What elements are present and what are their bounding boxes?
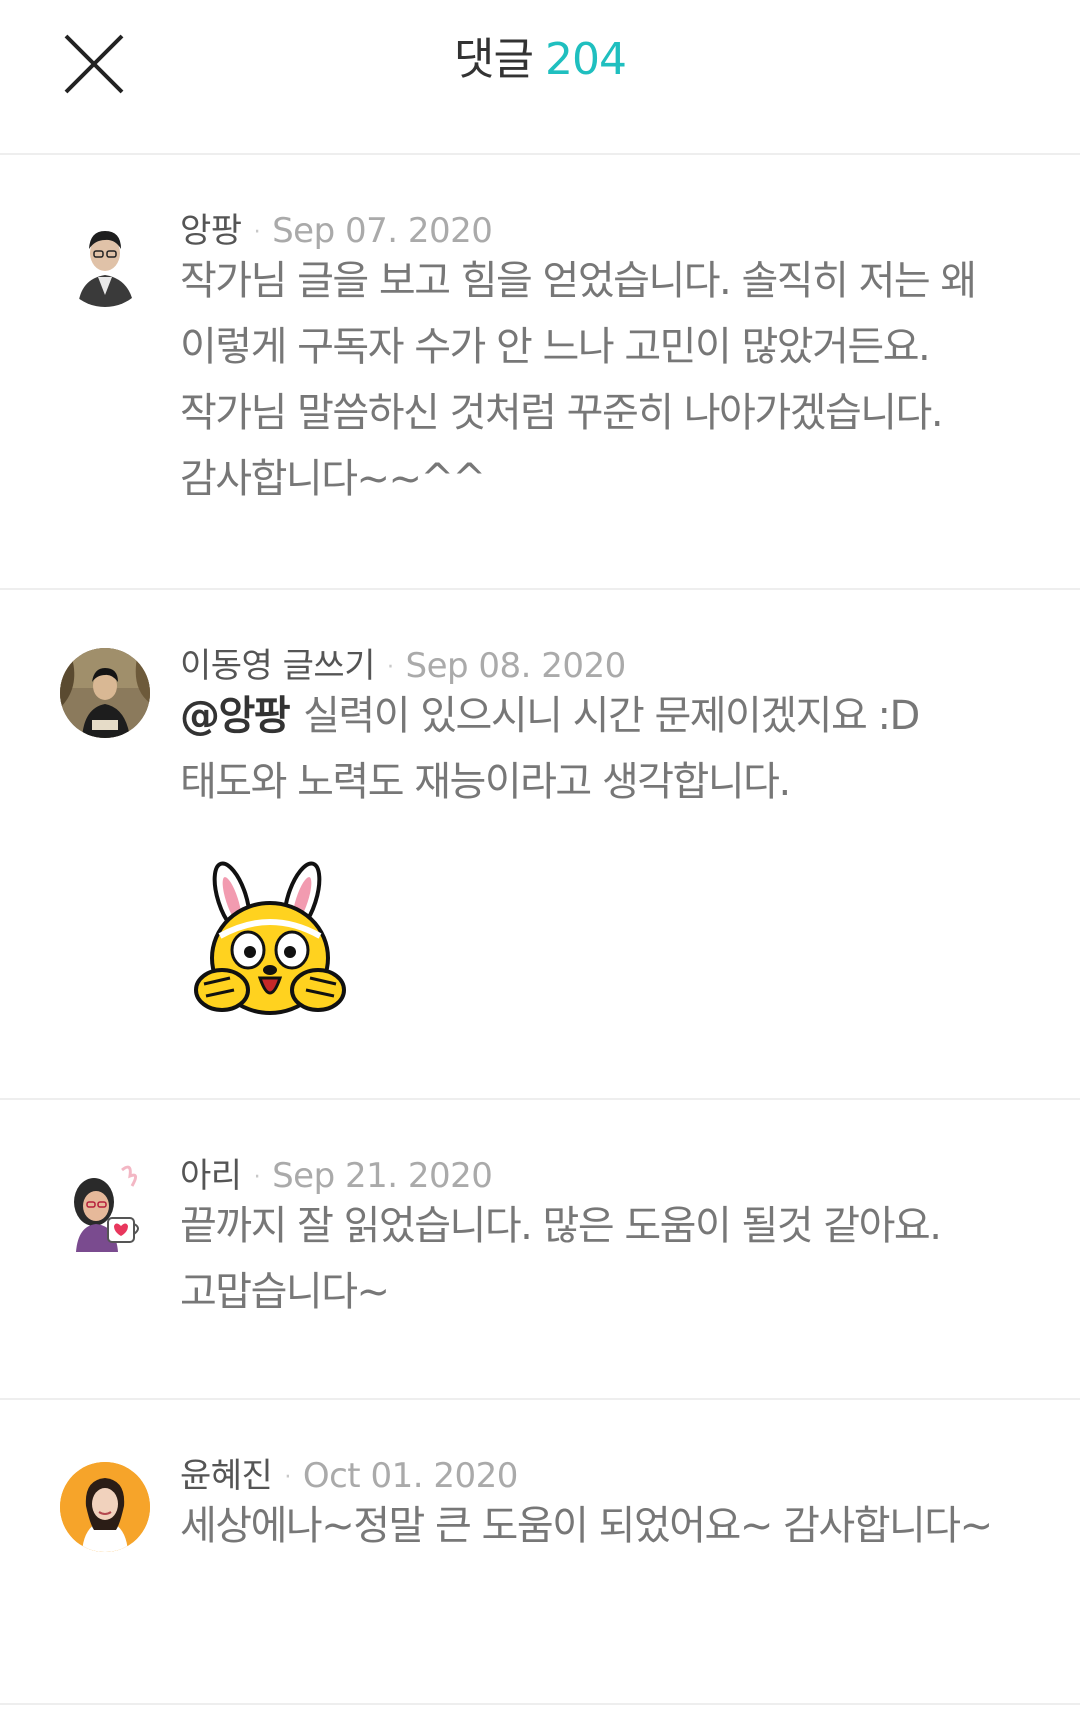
comment-date: Sep 08. 2020 xyxy=(405,646,627,686)
avatar[interactable] xyxy=(60,1462,150,1552)
comment-text: 끝까지 잘 읽었습니다. 많은 도움이 될것 같아요. 고맙습니다~ xyxy=(180,1203,942,1315)
comment-date: Sep 07. 2020 xyxy=(272,211,493,251)
author-name[interactable]: 앙팡 xyxy=(180,211,242,251)
meta-separator: · xyxy=(387,654,394,680)
comment-text: 세상에나~정말 큰 도움이 되었어요~ 감사합니다~ xyxy=(180,1503,993,1549)
comment-item: 이동영 글쓰기 · Sep 08. 2020 @앙팡 실력이 있으시니 시간 문제이겠… xyxy=(0,590,1080,1100)
comment-item: 앙팡 · Sep 07. 2020 작가님 글을 보고 힘을 얻었습니다. 솔직히 … xyxy=(0,155,1080,590)
sticker-image xyxy=(190,858,350,1038)
comment-text: 작가님 글을 보고 힘을 얻었습니다. 솔직히 저는 왜 이렇게 구독자 수가 … xyxy=(180,258,977,502)
comment-item: 아리 · Sep 21. 2020 끝까지 잘 읽었습니다. 많은 도움이 될것 같… xyxy=(0,1100,1080,1400)
avatar[interactable] xyxy=(60,648,150,738)
avatar[interactable] xyxy=(60,217,150,307)
mention-link[interactable]: @앙팡 xyxy=(180,693,291,739)
author-name[interactable]: 윤혜진 xyxy=(180,1456,273,1496)
comment-date: Sep 21. 2020 xyxy=(272,1156,493,1196)
meta-separator: · xyxy=(284,1464,291,1490)
meta-separator: · xyxy=(253,1164,261,1190)
page-title: 댓글 204 xyxy=(0,30,1080,90)
comment-text-content: 실력이 있으시니 시간 문제이겠지요 :D 태도와 노력도 재능이라고 생각합니… xyxy=(180,693,920,805)
author-name[interactable]: 아리 xyxy=(180,1156,242,1196)
comment-text: @앙팡 실력이 있으시니 시간 문제이겠지요 :D 태도와 노력도 재능이라고 생… xyxy=(180,683,1030,815)
comment-item: 윤혜진 · Oct 01. 2020 세상에나~정말 큰 도움이 되었어요~ 감사합… xyxy=(0,1400,1080,1705)
title-label: 댓글 xyxy=(454,34,534,85)
bunny-sticker-icon xyxy=(194,861,346,1015)
author-name[interactable]: 이동영 글쓰기 xyxy=(180,646,376,686)
comments-header: 댓글 204 xyxy=(0,0,1080,155)
comment-date: Oct 01. 2020 xyxy=(302,1456,519,1496)
meta-separator: · xyxy=(253,219,261,245)
avatar[interactable] xyxy=(60,1162,150,1252)
comment-count: 204 xyxy=(544,34,627,85)
